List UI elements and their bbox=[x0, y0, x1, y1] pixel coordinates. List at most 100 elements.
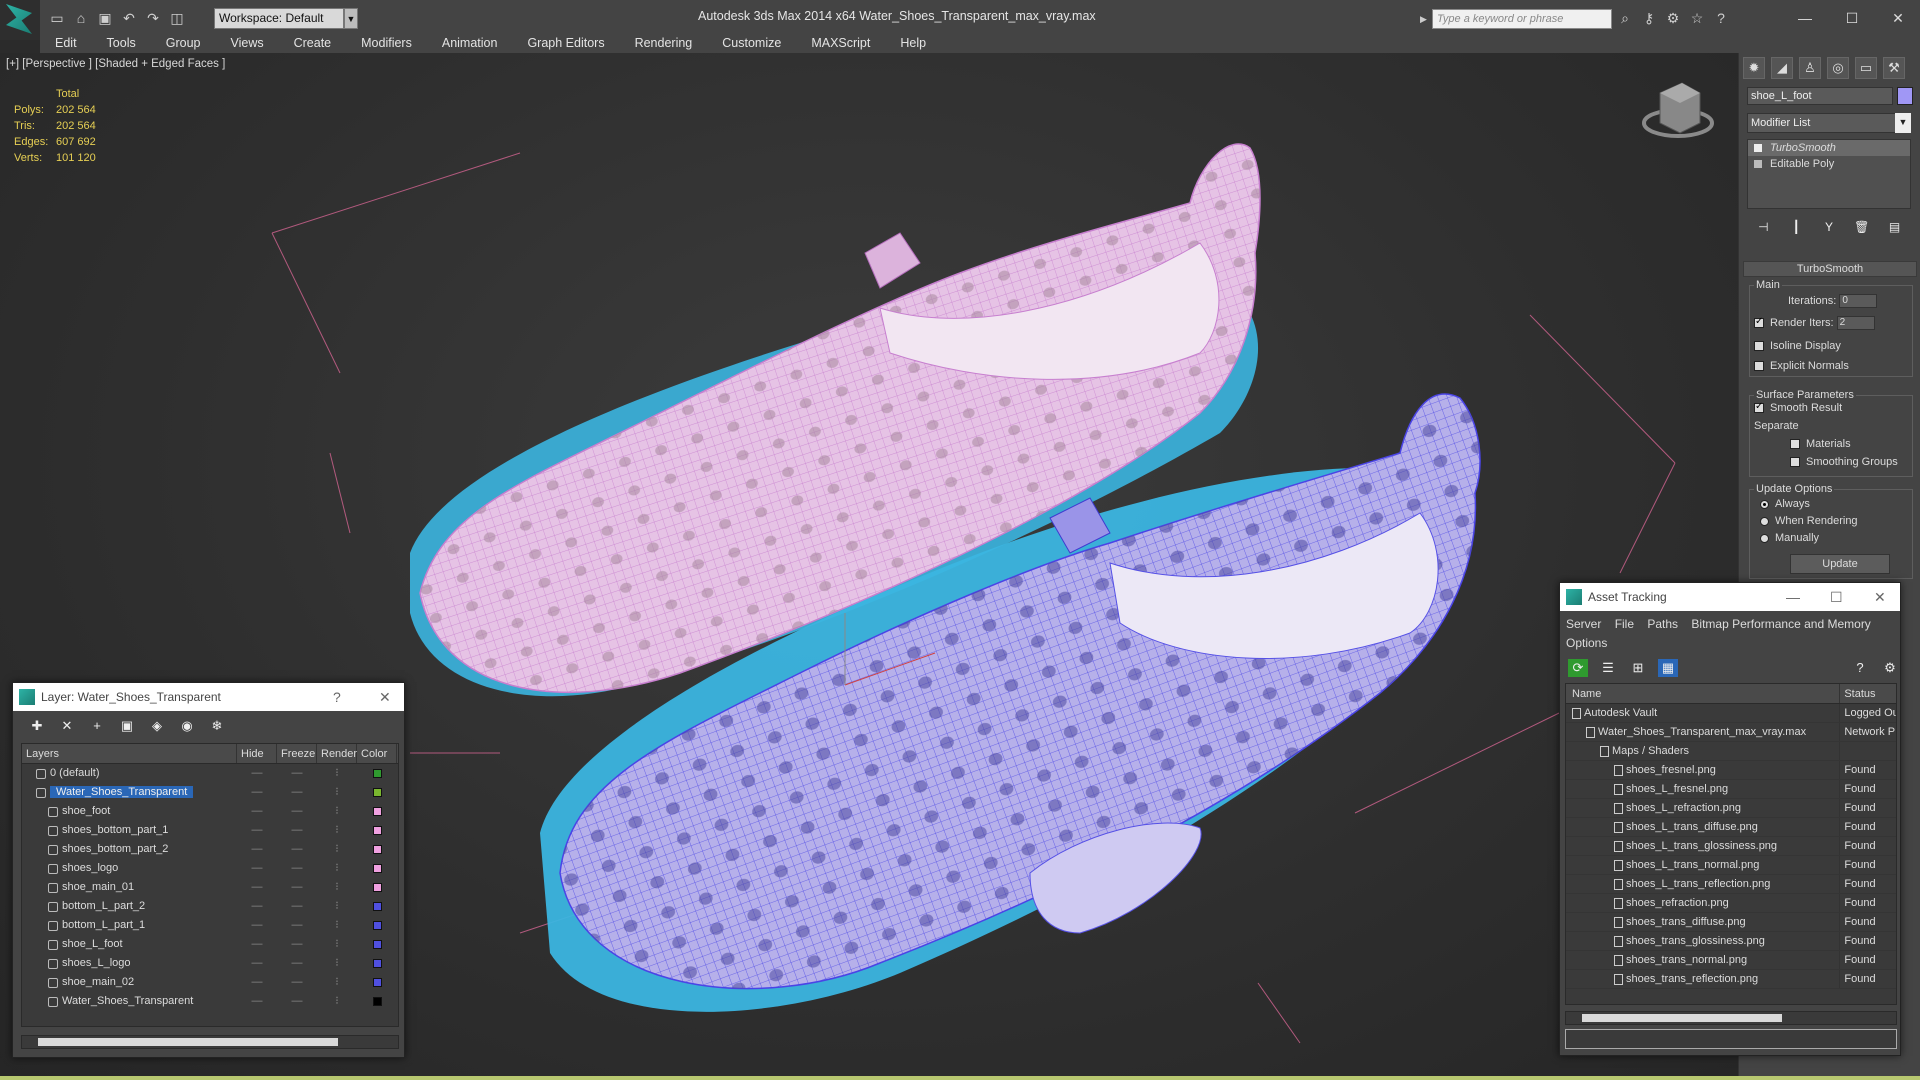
layer-render-toggle[interactable]: ⁝ bbox=[317, 821, 357, 840]
add-to-layer-icon[interactable]: + bbox=[87, 717, 107, 735]
always-radio[interactable] bbox=[1760, 499, 1769, 509]
layer-render-toggle[interactable]: ⁝ bbox=[317, 859, 357, 878]
materials-checkbox[interactable] bbox=[1790, 439, 1800, 450]
display-tab-icon[interactable]: ▭ bbox=[1855, 57, 1877, 79]
stack-item-editable-poly[interactable]: Editable Poly bbox=[1748, 156, 1910, 172]
asset-name-cell[interactable]: shoes_L_trans_glossiness.png bbox=[1566, 837, 1841, 855]
highlight-layer-icon[interactable]: ◈ bbox=[147, 717, 167, 735]
delete-layer-icon[interactable]: ✕ bbox=[57, 717, 77, 735]
asset-menu-options[interactable]: Options bbox=[1566, 636, 1607, 650]
layer-hide-toggle[interactable]: — bbox=[237, 935, 277, 954]
layer-render-toggle[interactable]: ⁝ bbox=[317, 916, 357, 935]
layer-hide-toggle[interactable]: — bbox=[237, 783, 277, 802]
modifier-list-dropdown[interactable]: Modifier List bbox=[1747, 113, 1907, 133]
new-layer-icon[interactable]: ✚ bbox=[27, 717, 47, 735]
viewcube-icon[interactable] bbox=[1642, 82, 1714, 138]
col-status[interactable]: Status bbox=[1840, 684, 1896, 703]
layer-color-cell[interactable] bbox=[357, 916, 397, 935]
layer-hide-toggle[interactable]: — bbox=[237, 840, 277, 859]
col-name[interactable]: Name bbox=[1566, 684, 1841, 703]
layer-freeze-toggle[interactable]: — bbox=[277, 783, 317, 802]
asset-name-cell[interactable]: shoes_L_fresnel.png bbox=[1566, 780, 1841, 798]
asset-name-cell[interactable]: shoes_trans_glossiness.png bbox=[1566, 932, 1841, 950]
layer-render-toggle[interactable]: ⁝ bbox=[317, 992, 357, 1011]
object-name-field[interactable]: shoe_L_foot bbox=[1747, 87, 1893, 105]
layer-row[interactable]: shoes_L_logo — — ⁝ bbox=[22, 954, 398, 973]
key-icon[interactable]: ⚷ bbox=[1640, 9, 1658, 27]
asset-name-cell[interactable]: Autodesk Vault bbox=[1566, 704, 1841, 722]
layer-freeze-toggle[interactable]: — bbox=[277, 992, 317, 1011]
layer-hide-toggle[interactable]: — bbox=[237, 954, 277, 973]
scrollbar-thumb[interactable] bbox=[38, 1038, 338, 1046]
col-color[interactable]: Color bbox=[357, 744, 397, 763]
asset-name-cell[interactable]: shoes_L_refraction.png bbox=[1566, 799, 1841, 817]
hierarchy-tab-icon[interactable]: ♙ bbox=[1799, 57, 1821, 79]
asset-horizontal-scrollbar[interactable] bbox=[1565, 1011, 1897, 1025]
remove-modifier-icon[interactable]: 🗑 bbox=[1852, 218, 1872, 236]
layer-freeze-toggle[interactable]: — bbox=[277, 802, 317, 821]
layer-freeze-toggle[interactable]: — bbox=[277, 764, 317, 783]
layer-render-toggle[interactable]: ⁝ bbox=[317, 878, 357, 897]
asset-row[interactable]: shoes_trans_normal.png Found bbox=[1566, 951, 1896, 970]
asset-settings-icon[interactable]: ⚙ bbox=[1880, 659, 1900, 677]
layer-row[interactable]: shoe_main_02— — ⁝ bbox=[22, 973, 398, 992]
layer-name-cell[interactable]: shoes_bottom_part_2 bbox=[22, 840, 237, 859]
layer-freeze-toggle[interactable]: — bbox=[277, 897, 317, 916]
layer-dialog-close-button[interactable]: ✕ bbox=[379, 683, 391, 711]
layer-color-swatch[interactable] bbox=[372, 863, 382, 873]
menu-customize[interactable]: Customize bbox=[707, 33, 796, 53]
layer-hide-toggle[interactable]: — bbox=[237, 992, 277, 1011]
smooth-result-checkbox[interactable] bbox=[1754, 401, 1764, 414]
manually-radio[interactable] bbox=[1760, 533, 1769, 543]
layer-row[interactable]: 0 (default) — — ⁝ bbox=[22, 764, 398, 783]
asset-row[interactable]: shoes_L_trans_diffuse.png Found bbox=[1566, 818, 1896, 837]
hide-all-icon[interactable]: ◉ bbox=[177, 717, 197, 735]
layer-name-cell[interactable]: Water_Shoes_Transparent bbox=[22, 992, 237, 1011]
layer-dialog-help-button[interactable]: ? bbox=[333, 683, 341, 711]
layer-name-cell[interactable]: shoes_logo bbox=[22, 859, 237, 878]
explicit-normals-checkbox[interactable] bbox=[1754, 361, 1764, 372]
layer-freeze-toggle[interactable]: — bbox=[277, 821, 317, 840]
layer-color-swatch[interactable] bbox=[372, 787, 382, 797]
layer-name-cell[interactable]: shoes_L_logo bbox=[22, 954, 237, 973]
layer-row[interactable]: bottom_L_part_2— — ⁝ bbox=[22, 897, 398, 916]
workspace-dropdown-arrow-icon[interactable]: ▼ bbox=[344, 8, 358, 29]
menu-views[interactable]: Views bbox=[215, 33, 278, 53]
asset-row[interactable]: Autodesk Vault Logged Ou bbox=[1566, 704, 1896, 723]
layer-color-swatch[interactable] bbox=[372, 825, 382, 835]
freeze-all-icon[interactable]: ❄ bbox=[207, 717, 227, 735]
star-icon[interactable]: ☆ bbox=[1688, 9, 1706, 27]
layer-color-swatch[interactable] bbox=[372, 901, 382, 911]
menu-help[interactable]: Help bbox=[885, 33, 941, 53]
layer-color-cell[interactable] bbox=[357, 802, 397, 821]
layer-color-swatch[interactable] bbox=[372, 996, 382, 1006]
col-freeze[interactable]: Freeze bbox=[277, 744, 317, 763]
layer-color-swatch[interactable] bbox=[372, 882, 382, 892]
layer-freeze-toggle[interactable]: — bbox=[277, 935, 317, 954]
menu-group[interactable]: Group bbox=[151, 33, 216, 53]
asset-name-cell[interactable]: shoes_refraction.png bbox=[1566, 894, 1841, 912]
layer-color-cell[interactable] bbox=[357, 897, 397, 916]
close-button[interactable]: ✕ bbox=[1886, 6, 1910, 30]
layer-render-toggle[interactable]: ⁝ bbox=[317, 954, 357, 973]
turbosmooth-rollout-header[interactable]: TurboSmooth bbox=[1743, 261, 1917, 277]
layer-color-cell[interactable] bbox=[357, 973, 397, 992]
maximize-button[interactable]: ☐ bbox=[1840, 6, 1864, 30]
modifier-list-arrow-icon[interactable]: ▼ bbox=[1895, 113, 1911, 133]
layer-hide-toggle[interactable]: — bbox=[237, 878, 277, 897]
layer-render-toggle[interactable]: ⁝ bbox=[317, 840, 357, 859]
redo-icon[interactable]: ↷ bbox=[144, 9, 162, 27]
menu-animation[interactable]: Animation bbox=[427, 33, 513, 53]
asset-menu-server[interactable]: Server bbox=[1566, 617, 1601, 631]
layer-freeze-toggle[interactable]: — bbox=[277, 878, 317, 897]
asset-row[interactable]: shoes_trans_glossiness.png Found bbox=[1566, 932, 1896, 951]
menu-edit[interactable]: Edit bbox=[40, 33, 92, 53]
menu-maxscript[interactable]: MAXScript bbox=[796, 33, 885, 53]
modify-tab-icon[interactable]: ◢ bbox=[1771, 57, 1793, 79]
layer-row[interactable]: shoes_bottom_part_2— — ⁝ bbox=[22, 840, 398, 859]
iterations-spinner[interactable]: 0 bbox=[1839, 294, 1878, 308]
layer-color-swatch[interactable] bbox=[372, 844, 382, 854]
exchange-icon[interactable]: ⚙ bbox=[1664, 9, 1682, 27]
asset-name-cell[interactable]: shoes_L_trans_reflection.png bbox=[1566, 875, 1841, 893]
layer-color-swatch[interactable] bbox=[372, 920, 382, 930]
